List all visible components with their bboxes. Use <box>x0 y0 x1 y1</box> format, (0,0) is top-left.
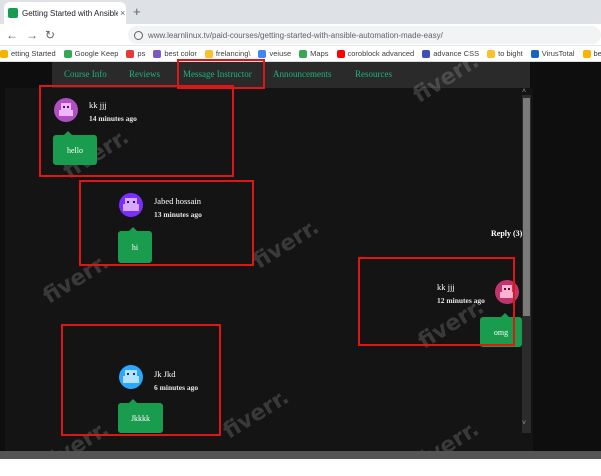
bookmarks-bar: etting Started Google Keep ps best color fre… <box>0 46 601 62</box>
bookmark-favicon-icon <box>422 49 431 58</box>
bookmark-label: frelancing\ <box>215 49 251 58</box>
bookmark-favicon-icon <box>487 49 496 58</box>
scroll-down-icon[interactable]: ˅ <box>522 420 526 427</box>
bookmark-favicon-icon <box>153 49 162 58</box>
bookmark-label: to bight <box>498 49 523 58</box>
bookmark-label: Google Keep <box>74 49 119 58</box>
bookmark-label: etting Started <box>11 49 56 58</box>
bookmark-item[interactable]: Maps <box>299 49 329 58</box>
address-bar-row: ← → ↻ www.learnlinux.tv/paid-courses/get… <box>0 24 601 46</box>
bookmark-item[interactable]: coroblock advanced <box>336 49 415 58</box>
annotation-box <box>358 257 515 346</box>
site-info-icon[interactable] <box>134 30 143 40</box>
bookmark-favicon-icon <box>204 49 213 58</box>
back-arrow-icon[interactable]: ← <box>6 28 18 42</box>
bookmark-favicon-icon <box>0 49 8 58</box>
tab-reviews[interactable]: Reviews <box>129 69 160 79</box>
scroll-up-icon[interactable]: ˄ <box>522 88 526 95</box>
reply-count-link[interactable]: Reply (3) <box>491 229 522 238</box>
bookmark-favicon-icon <box>582 49 591 58</box>
site-favicon-icon <box>8 8 18 18</box>
bookmark-item[interactable]: etting Started <box>0 49 56 58</box>
reload-icon[interactable]: ↻ <box>45 28 55 42</box>
url-text: www.learnlinux.tv/paid-courses/getting-s… <box>148 30 443 40</box>
bookmark-item[interactable]: Google Keep <box>63 49 119 58</box>
browser-tab[interactable]: Getting Started with Ansible: A × <box>4 2 126 24</box>
bookmark-favicon-icon <box>126 49 135 58</box>
browser-tab-bar: Getting Started with Ansible: A × + <box>0 0 601 24</box>
bookmark-label: best color <box>164 49 197 58</box>
scrollbar-thumb[interactable] <box>523 98 530 316</box>
bookmark-label: VirusTotal <box>541 49 575 58</box>
bookmark-favicon-icon <box>336 49 345 58</box>
forward-arrow-icon[interactable]: → <box>26 28 38 42</box>
page-bottom-edge <box>0 451 601 459</box>
bookmark-label: veiuse <box>269 49 292 58</box>
bookmark-label: coroblock advanced <box>347 49 415 58</box>
bookmark-favicon-icon <box>299 49 308 58</box>
bookmark-item[interactable]: ps <box>126 49 145 58</box>
bookmark-label: best-remove.bg <box>593 49 601 58</box>
bookmark-item[interactable]: to bight <box>487 49 523 58</box>
bookmark-item[interactable]: frelancing\ <box>204 49 251 58</box>
tab-announcements[interactable]: Announcements <box>273 69 332 79</box>
annotation-box <box>39 85 234 177</box>
url-field[interactable]: www.learnlinux.tv/paid-courses/getting-s… <box>128 26 601 44</box>
tab-course-info[interactable]: Course Info <box>64 69 107 79</box>
page-content: Course Info Reviews Message Instructor A… <box>0 49 601 476</box>
bookmark-label: Maps <box>310 49 329 58</box>
bookmark-favicon-icon <box>530 49 539 58</box>
tab-title: Getting Started with Ansible: A <box>22 8 118 18</box>
bookmark-item[interactable]: veiuse <box>258 49 291 58</box>
bookmark-item[interactable]: best color <box>153 49 197 58</box>
new-tab-button[interactable]: + <box>133 4 141 19</box>
bookmark-favicon-icon <box>258 49 267 58</box>
bookmark-item[interactable]: VirusTotal <box>530 49 575 58</box>
bookmark-item[interactable]: best-remove.bg <box>582 49 601 58</box>
annotation-box <box>79 180 254 266</box>
bookmark-favicon-icon <box>63 49 72 58</box>
bookmark-label: ps <box>137 49 146 58</box>
tab-resources[interactable]: Resources <box>355 69 392 79</box>
annotation-box <box>61 324 221 436</box>
tab-close-icon[interactable]: × <box>120 8 125 18</box>
